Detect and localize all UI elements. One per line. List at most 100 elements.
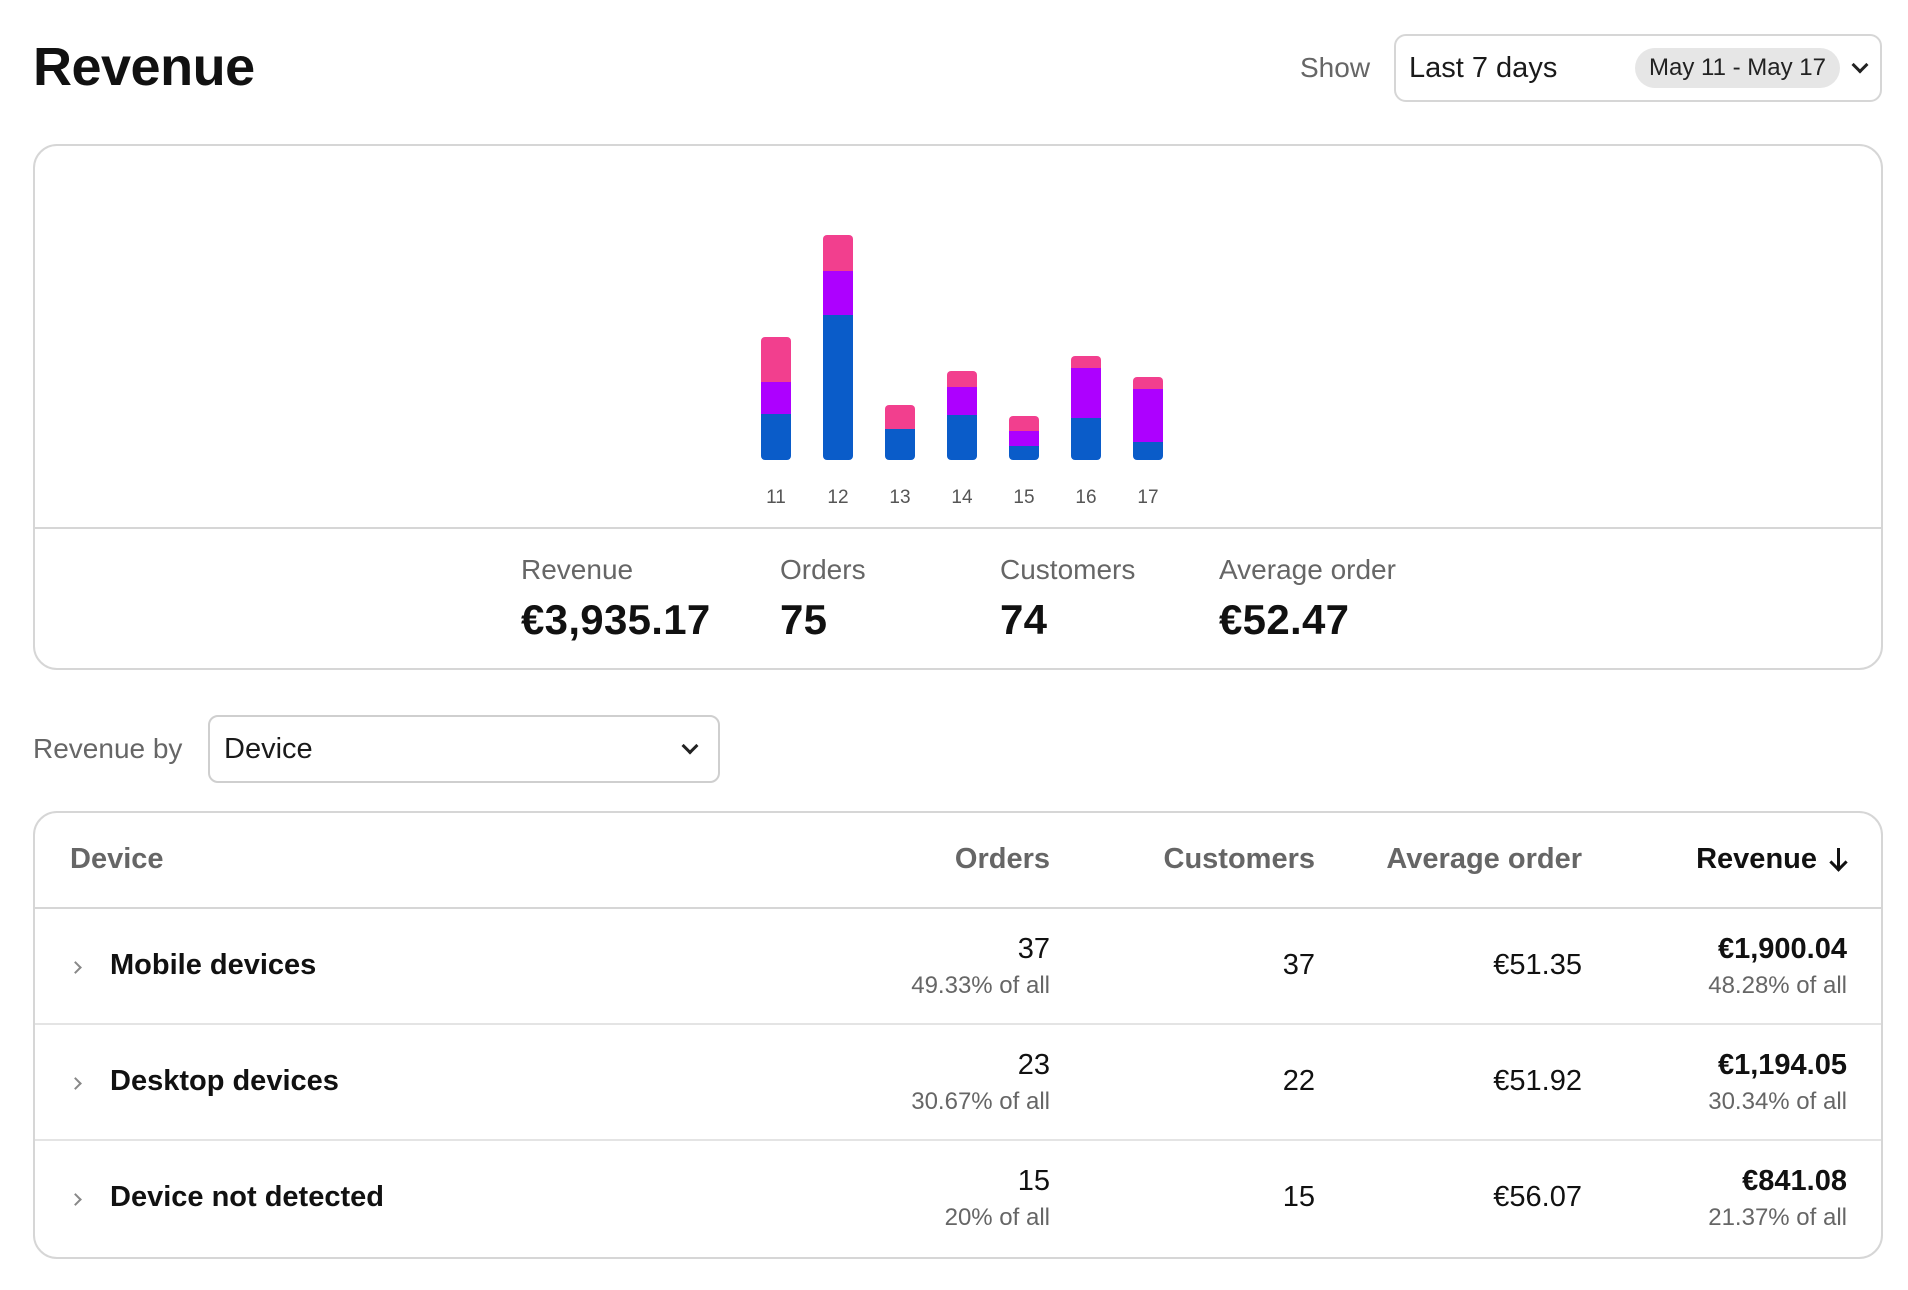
bar-segment	[761, 414, 791, 460]
row-orders-cell: 15 20% of all	[945, 1165, 1050, 1232]
bar-segment	[1009, 431, 1039, 446]
revenue-by-value: Device	[224, 732, 313, 765]
date-range-pill: May 11 - May 17	[1635, 48, 1840, 88]
row-revenue: €1,194.05	[1717, 1049, 1847, 1081]
row-average-order: €51.92	[1493, 1065, 1582, 1097]
stat-orders-value: 75	[780, 596, 828, 643]
stat-customers-value: 74	[1000, 596, 1048, 643]
bar-segment	[947, 415, 977, 460]
stat-customers: Customers 74	[1000, 554, 1135, 644]
bar-segment	[1009, 416, 1039, 431]
column-header-device: Device	[70, 843, 164, 875]
chevron-right-icon	[69, 1193, 82, 1206]
bar-segment	[1133, 442, 1163, 460]
bar-14[interactable]	[947, 371, 977, 460]
bar-16[interactable]	[1071, 356, 1101, 460]
bar-segment	[761, 382, 791, 414]
column-header-revenue[interactable]: Revenue	[1696, 843, 1847, 876]
bar-13[interactable]	[885, 405, 915, 460]
stat-revenue-label: Revenue	[521, 554, 634, 585]
row-customers: 22	[1282, 1065, 1315, 1097]
revenue-bar-chart: 11 12 13 14 15 16 17	[761, 235, 1163, 508]
chevron-down-icon	[681, 737, 699, 755]
row-revenue-cell: €1,900.04 48.28% of all	[1708, 933, 1847, 1000]
row-average-order: €51.35	[1493, 949, 1582, 981]
table-row[interactable]: Desktop devices 23 30.67% of all 22 €51.…	[35, 1025, 1881, 1141]
bar-segment	[947, 387, 977, 415]
device-table: Device Orders Customers Average order Re…	[33, 811, 1883, 1259]
row-revenue-percent: 48.28% of all	[1708, 972, 1847, 999]
row-revenue-percent: 30.34% of all	[1708, 1088, 1847, 1115]
bar-segment	[823, 315, 853, 460]
bar-segment	[885, 405, 915, 429]
bar-segment	[761, 337, 791, 382]
row-device-name: Mobile devices	[110, 949, 317, 981]
row-revenue: €1,900.04	[1717, 933, 1847, 965]
row-average-order: €56.07	[1493, 1181, 1582, 1213]
column-header-customers[interactable]: Customers	[1164, 843, 1316, 876]
date-range-select[interactable]: Last 7 days May 11 - May 17	[1394, 34, 1882, 102]
bar-segment	[1133, 377, 1163, 389]
chevron-down-icon	[1851, 56, 1869, 74]
bar-17[interactable]	[1133, 377, 1163, 460]
bar-segment	[947, 371, 977, 387]
bar-segment	[1009, 446, 1039, 460]
bar-segment	[1133, 389, 1163, 442]
table-row[interactable]: Device not detected 15 20% of all 15 €56…	[35, 1141, 1881, 1257]
bar-segment	[1071, 368, 1101, 418]
sort-descending-icon	[1829, 848, 1847, 870]
row-orders-cell: 37 49.33% of all	[911, 933, 1050, 1000]
show-label: Show	[1300, 52, 1371, 83]
row-orders-percent: 30.67% of all	[911, 1088, 1050, 1115]
table-header: Device Orders Customers Average order Re…	[35, 813, 1881, 909]
revenue-by-label: Revenue by	[33, 733, 183, 764]
bar-11[interactable]	[761, 337, 791, 460]
row-orders: 23	[1017, 1049, 1050, 1081]
row-orders-percent: 49.33% of all	[911, 972, 1050, 999]
row-customers-cell: 37	[1283, 949, 1315, 982]
row-customers: 15	[1282, 1181, 1315, 1213]
row-orders-cell: 23 30.67% of all	[911, 1049, 1050, 1116]
row-orders: 37	[1017, 933, 1050, 965]
stat-average-order: Average order €52.47	[1219, 554, 1396, 644]
row-device-name: Device not detected	[110, 1181, 384, 1213]
stat-orders: Orders 75	[780, 554, 866, 644]
column-header-average-order[interactable]: Average order	[1386, 843, 1582, 876]
x-tick-label: 11	[766, 487, 786, 508]
table-row[interactable]: Mobile devices 37 49.33% of all 37 €51.3…	[35, 909, 1881, 1025]
bar-segment	[1071, 418, 1101, 460]
bar-segment	[1071, 356, 1101, 368]
stat-average-order-label: Average order	[1219, 554, 1396, 585]
stat-average-order-value: €52.47	[1219, 596, 1350, 643]
x-tick-label: 14	[951, 487, 973, 508]
page-title: Revenue	[33, 37, 255, 97]
row-device-name: Desktop devices	[110, 1065, 339, 1097]
row-average-order-cell: €51.92	[1493, 1065, 1582, 1098]
x-tick-label: 15	[1013, 487, 1034, 508]
column-header-revenue-label: Revenue	[1696, 843, 1817, 875]
row-orders: 15	[1017, 1165, 1050, 1197]
stat-revenue-value: €3,935.17	[521, 596, 711, 643]
row-average-order-cell: €56.07	[1493, 1181, 1582, 1214]
row-revenue-percent: 21.37% of all	[1708, 1204, 1847, 1231]
x-tick-label: 17	[1137, 487, 1158, 508]
bar-segment	[885, 429, 915, 460]
bar-15[interactable]	[1009, 416, 1039, 460]
row-orders-percent: 20% of all	[944, 1204, 1050, 1231]
column-header-orders[interactable]: Orders	[955, 843, 1050, 876]
revenue-card: 11 12 13 14 15 16 17 Revenue €3,935.17 Orders …	[33, 144, 1883, 670]
row-customers: 37	[1282, 949, 1315, 981]
chart-area: 11 12 13 14 15 16 17	[35, 146, 1881, 529]
revenue-by-select[interactable]: Device	[208, 715, 720, 783]
row-revenue-cell: €841.08 21.37% of all	[1708, 1165, 1847, 1232]
chevron-right-icon	[69, 961, 82, 974]
stat-revenue: Revenue €3,935.17	[521, 554, 711, 644]
bar-segment	[823, 271, 853, 315]
bar-segment	[823, 235, 853, 271]
row-revenue-cell: €1,194.05 30.34% of all	[1708, 1049, 1847, 1116]
x-tick-label: 13	[889, 487, 910, 508]
bar-12[interactable]	[823, 235, 853, 460]
row-customers-cell: 15	[1283, 1181, 1315, 1214]
row-average-order-cell: €51.35	[1493, 949, 1582, 982]
x-tick-label: 16	[1075, 487, 1096, 508]
